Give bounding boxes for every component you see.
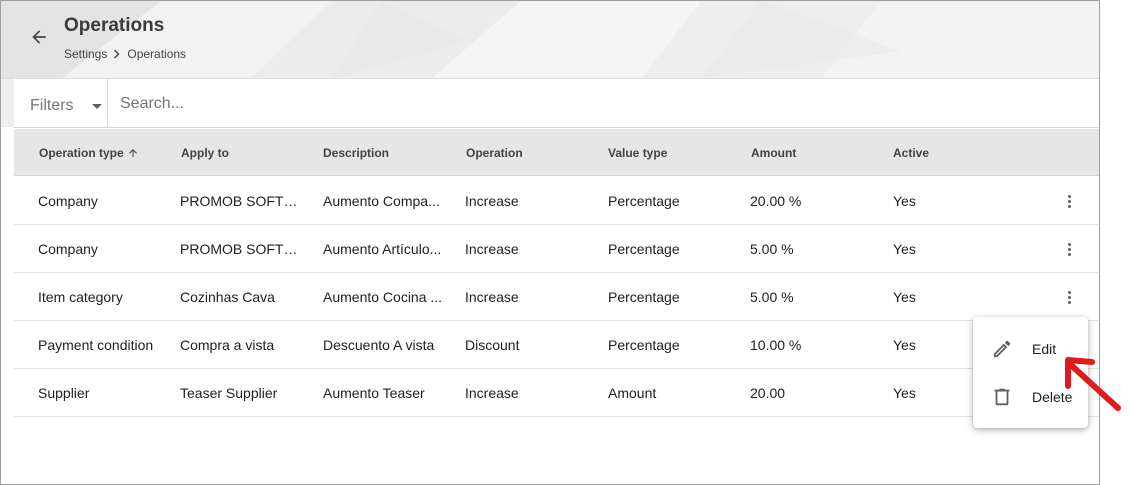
left-gutter: [1, 79, 14, 127]
column-header-active[interactable]: Active: [893, 146, 929, 160]
operations-page: Operations Settings Operations Filters O…: [0, 0, 1100, 485]
cell-description: Descuento A vista: [323, 337, 435, 353]
header-background-pattern: [1, 1, 1099, 78]
cell-operation-type: Item category: [38, 289, 123, 305]
breadcrumb: Settings Operations: [64, 47, 186, 61]
cell-operation-type: Payment condition: [38, 337, 154, 353]
cell-operation-type: Company: [38, 241, 98, 257]
cell-amount: 20.00 %: [750, 193, 802, 209]
menu-item-edit-label: Edit: [1032, 341, 1057, 357]
column-header-value-type[interactable]: Value type: [608, 146, 667, 160]
cell-active: Yes: [893, 193, 916, 209]
cell-apply-to: Compra a vista: [180, 337, 275, 353]
column-header-operation[interactable]: Operation: [466, 146, 523, 160]
cell-description: Aumento Teaser: [323, 385, 425, 401]
arrow-left-icon: [32, 30, 46, 44]
cell-value-type: Percentage: [608, 337, 680, 353]
chevron-right-icon: [114, 49, 120, 59]
cell-apply-to: Cozinhas Cava: [180, 289, 275, 305]
cell-value-type: Percentage: [608, 241, 680, 257]
table-row[interactable]: Company PROMOB SOFTW... Aumento Artículo..…: [14, 225, 1099, 273]
cell-value-type: Amount: [608, 385, 657, 401]
cell-operation: Increase: [465, 289, 519, 305]
filters-label: Filters: [30, 97, 74, 114]
table-row[interactable]: Supplier Teaser Supplier Aumento Teaser Inc…: [14, 369, 1099, 417]
column-header-operation-type[interactable]: Operation type: [39, 146, 139, 160]
annotation-arrow-icon: [1065, 357, 1121, 411]
breadcrumb-operations: Operations: [127, 47, 187, 61]
column-header-apply-to[interactable]: Apply to: [181, 146, 229, 160]
filter-bar: Filters: [14, 79, 1099, 128]
cell-value-type: Percentage: [608, 193, 680, 209]
more-vert-icon[interactable]: [1059, 285, 1079, 309]
page-header: Operations Settings Operations: [1, 1, 1099, 79]
cell-description: Aumento Artículo...: [323, 241, 442, 257]
cell-active: Yes: [893, 289, 916, 305]
cell-amount: 5.00 %: [750, 241, 794, 257]
cell-operation: Increase: [465, 193, 519, 209]
cell-apply-to: PROMOB SOFTW...: [180, 241, 304, 257]
table-header: Operation type Apply to Description Oper…: [14, 129, 1099, 176]
search-input[interactable]: [120, 93, 1020, 115]
table-row[interactable]: Company PROMOB SOFTW... Aumento Compa... In…: [14, 177, 1099, 225]
table-row[interactable]: Payment condition Compra a vista Descuento…: [14, 321, 1099, 369]
trash-icon: [994, 388, 1010, 406]
page-title: Operations: [64, 15, 165, 36]
table-row[interactable]: Item category Cozinhas Cava Aumento Cocina…: [14, 273, 1099, 321]
cell-operation: Discount: [465, 337, 520, 353]
sort-arrow-up-icon: [128, 149, 137, 157]
cell-description: Aumento Compa...: [323, 193, 440, 209]
back-button[interactable]: [25, 23, 53, 51]
more-vert-icon[interactable]: [1059, 237, 1079, 261]
cell-active: Yes: [893, 241, 916, 257]
cell-amount: 20.00: [750, 385, 786, 401]
cell-value-type: Percentage: [608, 289, 680, 305]
cell-operation: Increase: [465, 241, 519, 257]
cell-amount: 10.00 %: [750, 337, 802, 353]
cell-operation-type: Supplier: [38, 385, 90, 401]
cell-amount: 5.00 %: [750, 289, 794, 305]
cell-operation: Increase: [465, 385, 519, 401]
pencil-icon: [993, 340, 1011, 358]
breadcrumb-settings[interactable]: Settings: [64, 47, 107, 61]
cell-apply-to: PROMOB SOFTW...: [180, 193, 304, 209]
caret-down-icon: [92, 104, 102, 109]
cell-description: Aumento Cocina ...: [323, 289, 443, 305]
cell-apply-to: Teaser Supplier: [180, 385, 278, 401]
more-vert-icon[interactable]: [1059, 189, 1079, 213]
filters-dropdown[interactable]: Filters: [14, 79, 108, 127]
column-header-description[interactable]: Description: [323, 146, 389, 160]
cell-operation-type: Company: [38, 193, 98, 209]
column-header-amount[interactable]: Amount: [751, 146, 796, 160]
